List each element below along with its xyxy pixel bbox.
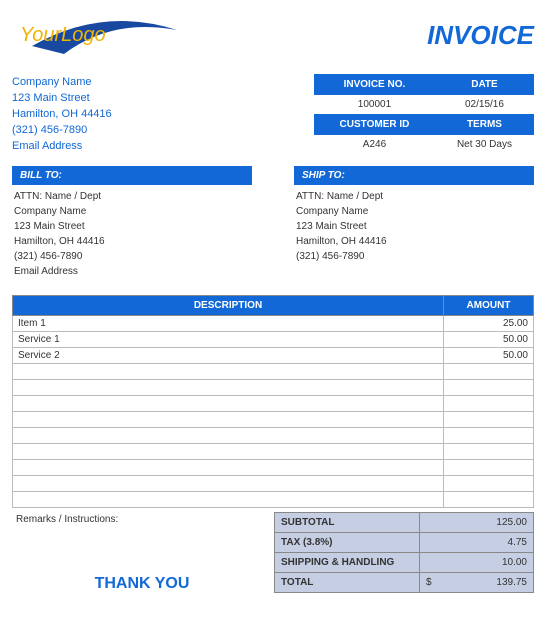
line-description: [13, 412, 444, 428]
line-description: [13, 460, 444, 476]
line-amount: [444, 364, 534, 380]
line-amount: 50.00: [444, 332, 534, 348]
totals-box: SUBTOTAL 125.00 TAX (3.8%) 4.75 SHIPPING…: [274, 512, 534, 593]
meta-invoice-no-label: INVOICE NO.: [314, 74, 435, 95]
line-description: [13, 380, 444, 396]
table-row: [13, 396, 534, 412]
top-info-row: Company Name 123 Main Street Hamilton, O…: [12, 74, 534, 154]
invoice-meta-table: INVOICE NO. DATE 100001 02/15/16 CUSTOME…: [314, 74, 534, 154]
table-row: Service 250.00: [13, 348, 534, 364]
remarks-label: Remarks / Instructions:: [12, 512, 274, 569]
table-row: Item 125.00: [13, 316, 534, 332]
meta-date: 02/15/16: [435, 95, 534, 114]
col-description: DESCRIPTION: [13, 296, 444, 316]
bill-to-company: Company Name: [14, 204, 252, 219]
addresses-row: BILL TO: ATTN: Name / Dept Company Name …: [12, 166, 534, 279]
col-amount: AMOUNT: [444, 296, 534, 316]
header-row: YourLogo INVOICE: [12, 14, 534, 60]
total-currency: $: [426, 577, 432, 588]
line-description: Service 2: [13, 348, 444, 364]
ship-to-city: Hamilton, OH 44416: [296, 234, 534, 249]
line-amount: [444, 380, 534, 396]
company-info: Company Name 123 Main Street Hamilton, O…: [12, 74, 112, 154]
subtotal-label: SUBTOTAL: [275, 513, 420, 533]
subtotal-value: 125.00: [420, 513, 534, 533]
table-row: [13, 476, 534, 492]
shipping-value: 10.00: [420, 553, 534, 573]
bill-to-phone: (321) 456-7890: [14, 249, 252, 264]
line-description: Item 1: [13, 316, 444, 332]
total-value: $ 139.75: [420, 573, 534, 593]
footer-row: Remarks / Instructions: THANK YOU SUBTOT…: [12, 512, 534, 593]
line-items-table: DESCRIPTION AMOUNT Item 125.00Service 15…: [12, 295, 534, 508]
table-row: [13, 460, 534, 476]
bill-to-attn: ATTN: Name / Dept: [14, 189, 252, 204]
line-description: [13, 444, 444, 460]
ship-to-header: SHIP TO:: [294, 166, 534, 185]
logo-placeholder: YourLogo: [12, 14, 182, 60]
line-amount: [444, 428, 534, 444]
meta-invoice-no: 100001: [314, 95, 435, 114]
ship-to-street: 123 Main Street: [296, 219, 534, 234]
total-amount: 139.75: [496, 577, 527, 588]
table-row: [13, 380, 534, 396]
ship-to-attn: ATTN: Name / Dept: [296, 189, 534, 204]
bill-to-block: BILL TO: ATTN: Name / Dept Company Name …: [12, 166, 252, 279]
line-amount: [444, 412, 534, 428]
company-email: Email Address: [12, 138, 112, 154]
company-name: Company Name: [12, 74, 112, 90]
table-row: [13, 444, 534, 460]
line-amount: 25.00: [444, 316, 534, 332]
ship-to-phone: (321) 456-7890: [296, 249, 534, 264]
table-row: [13, 492, 534, 508]
line-description: [13, 396, 444, 412]
logo-text-2: Logo: [61, 24, 106, 46]
line-description: [13, 364, 444, 380]
tax-label: TAX (3.8%): [275, 533, 420, 553]
line-amount: [444, 476, 534, 492]
line-description: [13, 492, 444, 508]
ship-to-block: SHIP TO: ATTN: Name / Dept Company Name …: [294, 166, 534, 279]
meta-customer-id-label: CUSTOMER ID: [314, 114, 435, 135]
table-row: Service 150.00: [13, 332, 534, 348]
table-row: [13, 428, 534, 444]
meta-terms-label: TERMS: [435, 114, 534, 135]
meta-terms: Net 30 Days: [435, 135, 534, 154]
company-city: Hamilton, OH 44416: [12, 106, 112, 122]
line-amount: [444, 396, 534, 412]
line-description: [13, 476, 444, 492]
tax-value: 4.75: [420, 533, 534, 553]
thank-you: THANK YOU: [12, 575, 272, 593]
company-street: 123 Main Street: [12, 90, 112, 106]
bill-to-street: 123 Main Street: [14, 219, 252, 234]
line-description: [13, 428, 444, 444]
invoice-title: INVOICE: [427, 20, 534, 51]
logo-text-1: Your: [20, 24, 61, 46]
meta-customer-id: A246: [314, 135, 435, 154]
shipping-label: SHIPPING & HANDLING: [275, 553, 420, 573]
company-phone: (321) 456-7890: [12, 122, 112, 138]
table-row: [13, 412, 534, 428]
bill-to-header: BILL TO:: [12, 166, 252, 185]
bill-to-email: Email Address: [14, 264, 252, 279]
line-amount: [444, 492, 534, 508]
line-description: Service 1: [13, 332, 444, 348]
ship-to-company: Company Name: [296, 204, 534, 219]
line-amount: 50.00: [444, 348, 534, 364]
table-row: [13, 364, 534, 380]
total-label: TOTAL: [275, 573, 420, 593]
line-amount: [444, 460, 534, 476]
bill-to-city: Hamilton, OH 44416: [14, 234, 252, 249]
meta-date-label: DATE: [435, 74, 534, 95]
line-amount: [444, 444, 534, 460]
